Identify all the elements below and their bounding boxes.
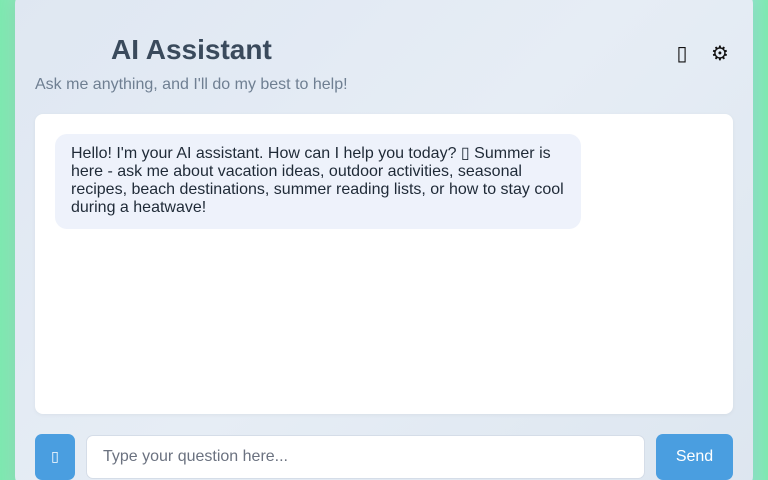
input-row: ▯ Send [35,434,733,480]
header-actions: ▯ ⚙ [669,40,733,66]
question-input[interactable] [86,435,645,479]
theme-toggle-icon: ▯ [676,41,688,65]
chat-window[interactable]: Hello! I'm your AI assistant. How can I … [35,114,733,414]
settings-button[interactable]: ⚙ [707,40,733,66]
microphone-icon: ▯ [51,449,59,465]
page-subtitle: Ask me anything, and I'll do my best to … [35,76,348,93]
page-title: AI Assistant [111,34,272,65]
gear-icon: ⚙ [711,41,729,65]
assistant-message: Hello! I'm your AI assistant. How can I … [55,134,581,229]
theme-toggle-button[interactable]: ▯ [669,40,695,66]
assistant-panel: AI Assistant Ask me anything, and I'll d… [15,0,753,480]
header: AI Assistant Ask me anything, and I'll d… [35,0,733,95]
send-button[interactable]: Send [656,434,733,480]
microphone-button[interactable]: ▯ [35,434,75,480]
